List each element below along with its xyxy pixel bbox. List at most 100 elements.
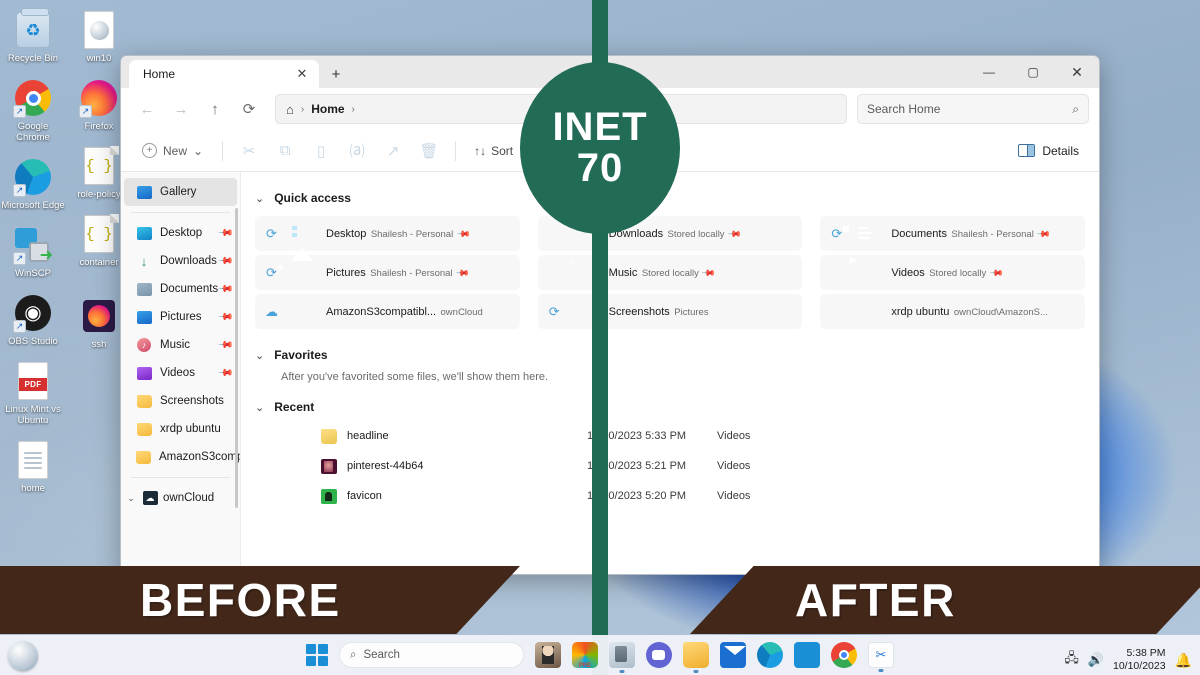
folder-art xyxy=(288,222,318,246)
tab-title: Home xyxy=(143,67,176,81)
microsoft-store2-icon[interactable] xyxy=(794,642,820,668)
obs-studio-icon: ◉ ↗ xyxy=(13,293,53,333)
explorer-tab-home[interactable]: Home ✕ xyxy=(129,60,319,88)
widgets-icon[interactable] xyxy=(572,642,598,668)
edge-icon[interactable] xyxy=(757,642,783,668)
shortcut-arrow-icon: ↗ xyxy=(79,105,92,118)
folder-icon xyxy=(136,449,151,465)
cut-icon[interactable]: ✂ xyxy=(233,136,265,166)
desktop-peek-orb[interactable] xyxy=(8,641,38,671)
maximize-button[interactable]: ▢ xyxy=(1011,56,1055,88)
quick-access-tile-screenshots[interactable]: ⟳ Screenshots Pictures xyxy=(537,294,803,329)
recent-location: Videos xyxy=(717,490,751,502)
folder-icon xyxy=(136,393,152,409)
snipping-tool-icon[interactable]: ✂ xyxy=(868,642,894,672)
after-label: AFTER xyxy=(795,574,956,626)
quick-access-tile-pictures[interactable]: ⟳ Pictures Shailesh - Personal 📌 xyxy=(255,255,520,290)
paste-icon[interactable]: ▯ xyxy=(305,136,337,166)
pin-icon: 📌 xyxy=(455,226,471,242)
forward-button[interactable]: → xyxy=(165,94,197,124)
chrome-icon[interactable] xyxy=(831,642,857,668)
new-button[interactable]: + New ⌄ xyxy=(133,138,212,163)
desktop-icon-recycle-bin[interactable]: Recycle Bin xyxy=(0,4,66,64)
volume-icon[interactable]: 🔊 xyxy=(1088,652,1104,668)
quick-access-tile-videos[interactable]: Videos Stored locally 📌 xyxy=(820,255,1085,290)
back-button[interactable]: ← xyxy=(131,94,163,124)
desktop-icon-microsoft-edge[interactable]: ↗ Microsoft Edge xyxy=(0,151,66,211)
section-title: Favorites xyxy=(274,348,328,362)
up-button[interactable]: ↑ xyxy=(199,94,231,124)
quick-access-tile-documents[interactable]: ⟳ Documents Shailesh - Personal 📌 xyxy=(820,216,1085,251)
search-icon[interactable]: ⌕ xyxy=(1072,102,1079,117)
desktop-icon-linux-mint-pdf[interactable]: PDF Linux Mint vs Ubuntu xyxy=(0,355,66,426)
sidebar-item-label: Videos xyxy=(160,367,195,379)
share-icon[interactable]: ↗ xyxy=(377,136,409,166)
close-icon[interactable]: ✕ xyxy=(291,63,313,85)
delete-icon[interactable]: 🗑 xyxy=(413,136,445,166)
sidebar-item-music[interactable]: Music 📌 xyxy=(124,331,237,359)
microsoft-store-icon[interactable] xyxy=(609,642,635,673)
minimize-button[interactable]: — xyxy=(967,56,1011,88)
table-row[interactable]: pinterest-44b64 10/10/2023 5:21 PM Video… xyxy=(255,451,1085,481)
network-icon[interactable]: 🖧 xyxy=(1064,649,1079,671)
sidebar-item-xrdp-ubuntu[interactable]: xrdp ubuntu xyxy=(124,415,237,443)
home-icon[interactable]: ⌂ xyxy=(286,102,294,117)
sidebar-item-gallery[interactable]: Gallery xyxy=(124,178,237,206)
chevron-down-icon[interactable]: ⌄ xyxy=(255,349,264,362)
mail-icon[interactable] xyxy=(720,642,746,668)
table-row[interactable]: headline 10/10/2023 5:33 PM Videos xyxy=(255,421,1085,451)
close-window-button[interactable]: ✕ xyxy=(1055,56,1099,88)
quick-access-tile-desktop[interactable]: ⟳ Desktop Shailesh - Personal 📌 xyxy=(255,216,520,251)
desktop-icon-winscp[interactable]: ➜ ↗ WinSCP xyxy=(0,219,66,279)
rename-icon[interactable]: ⒜ xyxy=(341,136,373,166)
bell-icon[interactable]: 🔔 xyxy=(1175,652,1192,669)
desktop-icon-win10[interactable]: win10 xyxy=(66,4,132,64)
new-tab-button[interactable]: + xyxy=(325,63,347,85)
desktop-icon-label: win10 xyxy=(86,53,112,64)
sidebar-item-amazons3[interactable]: AmazonS3comp xyxy=(124,443,240,471)
start-icon[interactable] xyxy=(306,644,328,666)
favorites-header[interactable]: ⌄ Favorites xyxy=(255,341,1085,369)
documents-icon xyxy=(136,281,152,297)
clock[interactable]: 5:38 PM 10/10/2023 xyxy=(1113,647,1166,673)
system-tray: 🖧 🔊 5:38 PM 10/10/2023 🔔 xyxy=(1064,647,1192,673)
details-pane-button[interactable]: Details xyxy=(1010,139,1087,163)
desktop-icon-obs-studio[interactable]: ◉ ↗ OBS Studio xyxy=(0,287,66,347)
pin-icon: 📌 xyxy=(216,280,234,298)
chevron-down-icon[interactable]: ⌄ xyxy=(255,401,264,414)
recent-location: Videos xyxy=(717,430,751,442)
search-input[interactable]: Search Home ⌕ xyxy=(857,94,1089,124)
sidebar-item-downloads[interactable]: ↓ Downloads 📌 xyxy=(124,247,237,275)
folder-art xyxy=(288,261,318,285)
recent-header[interactable]: ⌄ Recent xyxy=(255,393,1085,421)
teams-icon[interactable] xyxy=(646,642,672,668)
quick-access-tile-xrdp-ubuntu[interactable]: xrdp ubuntu ownCloud\AmazonS... xyxy=(820,294,1085,329)
pin-icon: 📌 xyxy=(1036,226,1052,242)
shortcut-arrow-icon: ↗ xyxy=(13,252,26,265)
quick-access-tile-amazons3[interactable]: ☁ AmazonS3compatibl... ownCloud xyxy=(255,294,520,329)
table-row[interactable]: favicon 10/10/2023 5:20 PM Videos xyxy=(255,481,1085,511)
before-label: BEFORE xyxy=(140,574,341,626)
sidebar-item-documents[interactable]: Documents 📌 xyxy=(124,275,237,303)
content-pane: ⌄ Quick access ⟳ Desktop Shailesh - Pers… xyxy=(241,172,1099,574)
sidebar-item-owncloud[interactable]: ⌄ ☁ ownCloud xyxy=(121,484,240,512)
desktop-icon-home[interactable]: home xyxy=(0,434,66,494)
copy-icon[interactable]: ⧉ xyxy=(269,136,301,166)
chevron-down-icon[interactable]: ⌄ xyxy=(255,192,264,205)
sidebar-item-desktop[interactable]: Desktop 📌 xyxy=(124,219,237,247)
sidebar-item-screenshots[interactable]: Screenshots xyxy=(124,387,237,415)
sidebar-item-videos[interactable]: Videos 📌 xyxy=(124,359,237,387)
sidebar-scrollbar[interactable] xyxy=(235,208,238,508)
sort-button[interactable]: ↑↓ Sort xyxy=(466,139,521,163)
file-explorer-icon[interactable] xyxy=(683,642,709,673)
user-avatar[interactable] xyxy=(535,642,561,668)
breadcrumb-current[interactable]: Home xyxy=(311,102,344,116)
chevron-down-icon[interactable]: ⌄ xyxy=(125,493,137,504)
sidebar-item-pictures[interactable]: Pictures 📌 xyxy=(124,303,237,331)
recent-name: favicon xyxy=(347,490,382,502)
owncloud-icon: ☁ xyxy=(142,490,158,506)
refresh-button[interactable]: ⟳ xyxy=(233,94,265,124)
quick-access-tile-music[interactable]: Music Stored locally 📌 xyxy=(537,255,803,290)
desktop-icon-google-chrome[interactable]: ↗ Google Chrome xyxy=(0,72,66,143)
search-input[interactable]: ⌕ Search xyxy=(339,642,524,668)
